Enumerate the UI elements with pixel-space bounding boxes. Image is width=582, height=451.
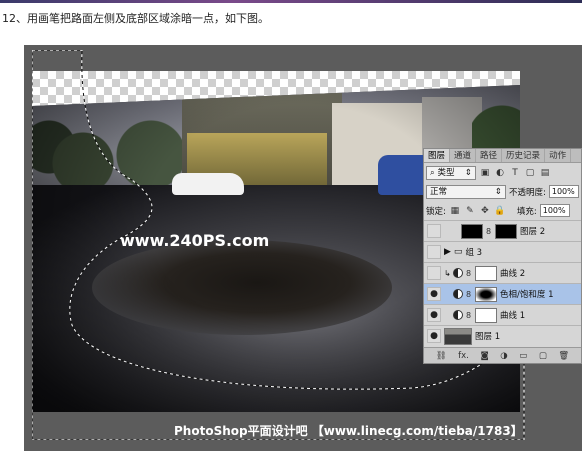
trash-icon[interactable]: 🗑 — [558, 351, 569, 361]
layer-name: 曲线 2 — [500, 269, 526, 279]
layer-row-layer-2[interactable]: ● 8 图层 2 — [424, 220, 581, 241]
lock-label: 锁定: — [426, 206, 446, 217]
visibility-toggle[interactable]: ● — [427, 224, 441, 238]
clipping-arrow-icon: ↳ — [444, 268, 451, 278]
top-accent-line — [0, 0, 582, 3]
layer-row-hue-saturation-1[interactable]: ● 8 色相/饱和度 1 — [424, 283, 581, 304]
chevron-down-icon: ⇕ — [464, 167, 472, 178]
visibility-toggle[interactable]: ● — [427, 287, 441, 301]
layer-row-group-3[interactable]: ● ▶ ▭ 组 3 — [424, 241, 581, 262]
filter-kind-select[interactable]: ⌕ 类型 ⇕ — [426, 165, 476, 180]
layer-name: 图层 1 — [475, 332, 501, 342]
new-layer-icon[interactable]: ▢ — [539, 351, 547, 361]
tab-paths[interactable]: 路径 — [476, 149, 503, 162]
layer-thumbnail — [461, 223, 483, 239]
blend-mode-select[interactable]: 正常 ⇕ — [426, 184, 506, 199]
layers-panel: 图层 通道 路径 历史记录 动作 ⌕ 类型 ⇕ ▣ ◐ T ▢ ▤ 正常 ⇕ 不… — [423, 148, 582, 364]
layer-row-layer-1[interactable]: ● 图层 1 — [424, 325, 581, 346]
image-filter-icon[interactable]: ▣ — [479, 167, 491, 179]
adjustment-layer-icon — [453, 310, 463, 320]
folder-icon: ▭ — [453, 247, 463, 257]
tab-history[interactable]: 历史记录 — [502, 149, 546, 162]
blend-row: 正常 ⇕ 不透明度: 100% — [424, 182, 581, 201]
lock-row: 锁定: ▦ ✎ ✥ 🔒 填充: 100% — [424, 201, 581, 220]
mask-thumbnail — [475, 265, 497, 281]
link-icon: 8 — [466, 310, 472, 320]
search-icon: ⌕ — [430, 167, 435, 178]
fill-field[interactable]: 100% — [539, 204, 570, 217]
tab-channels[interactable]: 通道 — [450, 149, 477, 162]
layer-thumbnail — [444, 327, 472, 345]
lock-all-icon[interactable]: 🔒 — [494, 205, 506, 217]
adjustment-layer-icon — [453, 289, 463, 299]
type-filter-icon[interactable]: T — [509, 167, 521, 179]
opacity-label: 不透明度: — [509, 187, 546, 198]
lock-move-icon[interactable]: ✥ — [479, 205, 491, 217]
link-icon: 8 — [466, 268, 472, 278]
tab-layers[interactable]: 图层 — [424, 149, 451, 162]
forum-watermark: PhotoShop平面设计吧 【www.linecg.com/tieba/178… — [174, 424, 523, 438]
link-icon: 8 — [466, 289, 472, 299]
layer-name: 色相/饱和度 1 — [500, 290, 554, 300]
layer-name: 曲线 1 — [500, 311, 526, 321]
mask-thumbnail — [475, 307, 497, 323]
shape-filter-icon[interactable]: ▢ — [524, 167, 536, 179]
layers-panel-footer: ⛓ fx. ◙ ◑ ▭ ▢ 🗑 — [424, 347, 581, 363]
filter-row: ⌕ 类型 ⇕ ▣ ◐ T ▢ ▤ — [424, 163, 581, 182]
visibility-toggle[interactable]: ● — [427, 245, 441, 259]
chevron-down-icon: ⇕ — [494, 186, 502, 197]
layer-name: 组 3 — [465, 248, 483, 258]
layer-row-curves-1[interactable]: ● 8 曲线 1 — [424, 304, 581, 325]
visibility-toggle[interactable]: ● — [427, 308, 441, 322]
visibility-toggle[interactable]: ● — [427, 266, 441, 280]
link-icon: 8 — [486, 226, 492, 236]
mask-thumbnail — [495, 223, 517, 239]
adjustment-icon[interactable]: ◑ — [500, 351, 507, 361]
fx-icon[interactable]: fx. — [458, 351, 469, 361]
lock-transparent-icon[interactable]: ▦ — [449, 205, 461, 217]
adjustment-layer-icon — [453, 268, 463, 278]
visibility-toggle[interactable]: ● — [427, 329, 441, 343]
link-icon[interactable]: ⛓ — [436, 351, 447, 361]
adjustment-filter-icon[interactable]: ◐ — [494, 167, 506, 179]
add-mask-icon[interactable]: ◙ — [480, 351, 488, 361]
tab-actions[interactable]: 动作 — [545, 149, 572, 162]
layer-row-curves-2[interactable]: ● ↳ 8 曲线 2 — [424, 262, 581, 283]
fill-label: 填充: — [516, 206, 537, 217]
filter-kind-value: 类型 — [437, 167, 455, 178]
opacity-field[interactable]: 100% — [548, 185, 579, 198]
lock-paint-icon[interactable]: ✎ — [464, 205, 476, 217]
panel-tab-bar: 图层 通道 路径 历史记录 动作 — [424, 149, 581, 163]
layer-name: 图层 2 — [520, 227, 546, 237]
blend-mode-value: 正常 — [430, 186, 448, 197]
expand-arrow-icon[interactable]: ▶ — [444, 247, 451, 257]
smart-object-filter-icon[interactable]: ▤ — [539, 167, 551, 179]
step-caption: 12、用画笔把路面左侧及底部区域涂暗一点，如下图。 — [2, 12, 269, 25]
mask-thumbnail — [475, 286, 497, 302]
folder-icon[interactable]: ▭ — [519, 351, 527, 361]
